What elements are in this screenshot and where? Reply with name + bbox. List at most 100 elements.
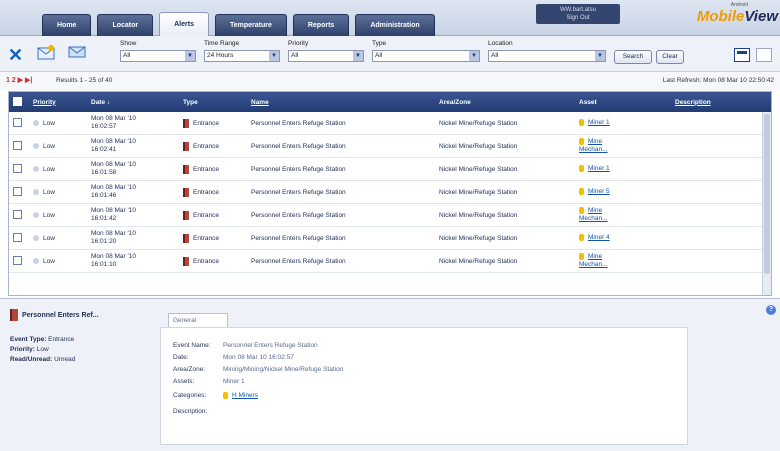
chevron-down-icon: ▼ [269, 51, 279, 61]
row-type: Entrance [179, 210, 247, 220]
results-bar: 1 2 ▶ ▶| Results 1 - 25 of 40 Last Refre… [0, 72, 780, 90]
asset-icon [579, 206, 584, 214]
row-date: Mon 08 Mar '10 16:02:57 [91, 115, 136, 130]
search-button[interactable]: Search [614, 50, 652, 64]
general-panel: Event Name: Personnel Enters Refuge Stati… [160, 327, 688, 445]
select-all-checkbox[interactable] [9, 96, 29, 108]
entrance-icon [183, 210, 189, 220]
chevron-down-icon: ▼ [595, 51, 605, 61]
table-row[interactable]: Low Mon 08 Mar '10 16:02:57 Entrance Personn… [9, 112, 771, 135]
mark-unread-icon[interactable] [68, 46, 86, 58]
entrance-icon [183, 233, 189, 243]
asset-link[interactable]: Miner 1 [588, 165, 610, 172]
row-date: Mon 08 Mar '10 16:02:41 [91, 138, 136, 153]
row-area: Nickel Mine/Refuge Station [439, 257, 518, 265]
row-priority: Low [29, 120, 87, 127]
row-checkbox[interactable] [9, 209, 29, 221]
header-description[interactable]: Description [671, 99, 751, 106]
row-date: Mon 08 Mar '10 16:01:42 [91, 207, 136, 222]
category-icon [223, 392, 228, 399]
row-date: Mon 08 Mar '10 16:01:58 [91, 161, 136, 176]
row-type: Entrance [179, 233, 247, 243]
tab-alerts[interactable]: Alerts [159, 12, 209, 36]
category-link[interactable]: H Miners [232, 392, 258, 399]
row-checkbox[interactable] [9, 140, 29, 152]
settings-icon[interactable] [756, 48, 772, 62]
row-checkbox[interactable] [9, 163, 29, 175]
row-area: Nickel Mine/Refuge Station [439, 188, 518, 196]
row-checkbox[interactable] [9, 232, 29, 244]
time-range-select[interactable]: 24 Hours ▼ [204, 50, 280, 62]
top-navigation-bar: Home Locator Alerts Temperature Reports … [0, 0, 780, 36]
layout-icon[interactable] [734, 48, 750, 62]
tab-administration[interactable]: Administration [355, 14, 435, 36]
row-name: Personnel Enters Refuge Station [251, 165, 346, 173]
tab-reports[interactable]: Reports [292, 14, 350, 36]
tab-general[interactable]: General [168, 313, 228, 327]
type-select[interactable]: All ▼ [372, 50, 480, 62]
row-priority: Low [29, 166, 87, 173]
priority-select[interactable]: All ▼ [288, 50, 364, 62]
row-type: Entrance [179, 164, 247, 174]
header-priority[interactable]: Priority [29, 99, 87, 106]
row-asset: Miner 4 [575, 233, 671, 242]
header-type[interactable]: Type [179, 99, 247, 106]
detail-panel: Personnel Enters Ref... Event Type: Entr… [0, 298, 780, 451]
main-tabs: Home Locator Alerts Temperature Reports … [42, 12, 441, 36]
asset-link[interactable]: Miner 1 [588, 119, 610, 126]
asset-link[interactable]: Miner 5 [588, 188, 610, 195]
row-area: Nickel Mine/Refuge Station [439, 165, 518, 173]
assets-field: Assets: Miner 1 [173, 378, 245, 385]
row-area: Nickel Mine/Refuge Station [439, 142, 518, 150]
row-checkbox[interactable] [9, 117, 29, 129]
location-select[interactable]: All ▼ [488, 50, 606, 62]
detail-summary: Event Type: Entrance Priority: Low Read/… [10, 336, 76, 363]
row-checkbox[interactable] [9, 186, 29, 198]
header-name[interactable]: Name [247, 99, 435, 106]
tab-temperature[interactable]: Temperature [214, 14, 287, 36]
priority-icon [33, 257, 39, 264]
row-type: Entrance [179, 141, 247, 151]
header-date[interactable]: Date ↓ [87, 99, 179, 106]
show-select[interactable]: All ▼ [120, 50, 196, 62]
tab-home[interactable]: Home [42, 14, 92, 36]
asset-link[interactable]: Miner 4 [588, 234, 610, 241]
row-asset: Mine Mechan... [575, 137, 671, 154]
table-row[interactable]: Low Mon 08 Mar '10 16:02:41 Entrance Personn… [9, 135, 771, 158]
row-asset: Mine Mechan... [575, 252, 671, 269]
row-priority: Low [29, 189, 87, 196]
row-type: Entrance [179, 118, 247, 128]
clear-button[interactable]: Clear [656, 50, 684, 64]
table-row[interactable]: Low Mon 08 Mar '10 16:01:46 Entrance Personn… [9, 181, 771, 204]
table-row[interactable]: Low Mon 08 Mar '10 16:01:20 Entrance Personn… [9, 227, 771, 250]
priority-icon [33, 142, 39, 149]
asset-icon [579, 137, 584, 145]
header-area[interactable]: Area/Zone [435, 99, 575, 106]
row-checkbox[interactable] [9, 255, 29, 267]
row-area: Nickel Mine/Refuge Station [439, 211, 518, 219]
delete-icon[interactable]: ✕ [8, 46, 24, 64]
table-row[interactable]: Low Mon 08 Mar '10 16:01:58 Entrance Personn… [9, 158, 771, 181]
table-row[interactable]: Low Mon 08 Mar '10 16:01:42 Entrance Personn… [9, 204, 771, 227]
help-icon[interactable]: ? [766, 305, 776, 315]
row-type: Entrance [179, 187, 247, 197]
table-scrollbar[interactable] [762, 112, 771, 295]
row-area: Nickel Mine/Refuge Station [439, 119, 518, 127]
priority-label: Priority [288, 40, 309, 47]
table-row[interactable]: Low Mon 08 Mar '10 16:01:10 Entrance Personn… [9, 250, 771, 273]
header-asset[interactable]: Asset [575, 99, 671, 106]
results-count: Results 1 - 25 of 40 [56, 77, 113, 84]
pagination[interactable]: 1 2 ▶ ▶| [6, 76, 32, 84]
entrance-icon [10, 309, 18, 321]
entrance-icon [183, 256, 189, 266]
row-asset: Miner 1 [575, 164, 671, 173]
asset-icon [579, 252, 584, 260]
row-priority: Low [29, 212, 87, 219]
mark-read-icon[interactable] [36, 44, 56, 60]
last-refresh: Last Refresh: Mon 08 Mar 10 22:50:42 [662, 77, 774, 84]
sign-out-link[interactable]: Sign Out [536, 14, 620, 22]
row-asset: Miner 5 [575, 187, 671, 196]
row-name: Personnel Enters Refuge Station [251, 211, 346, 219]
tab-locator[interactable]: Locator [97, 14, 154, 36]
row-asset: Miner 1 [575, 118, 671, 127]
